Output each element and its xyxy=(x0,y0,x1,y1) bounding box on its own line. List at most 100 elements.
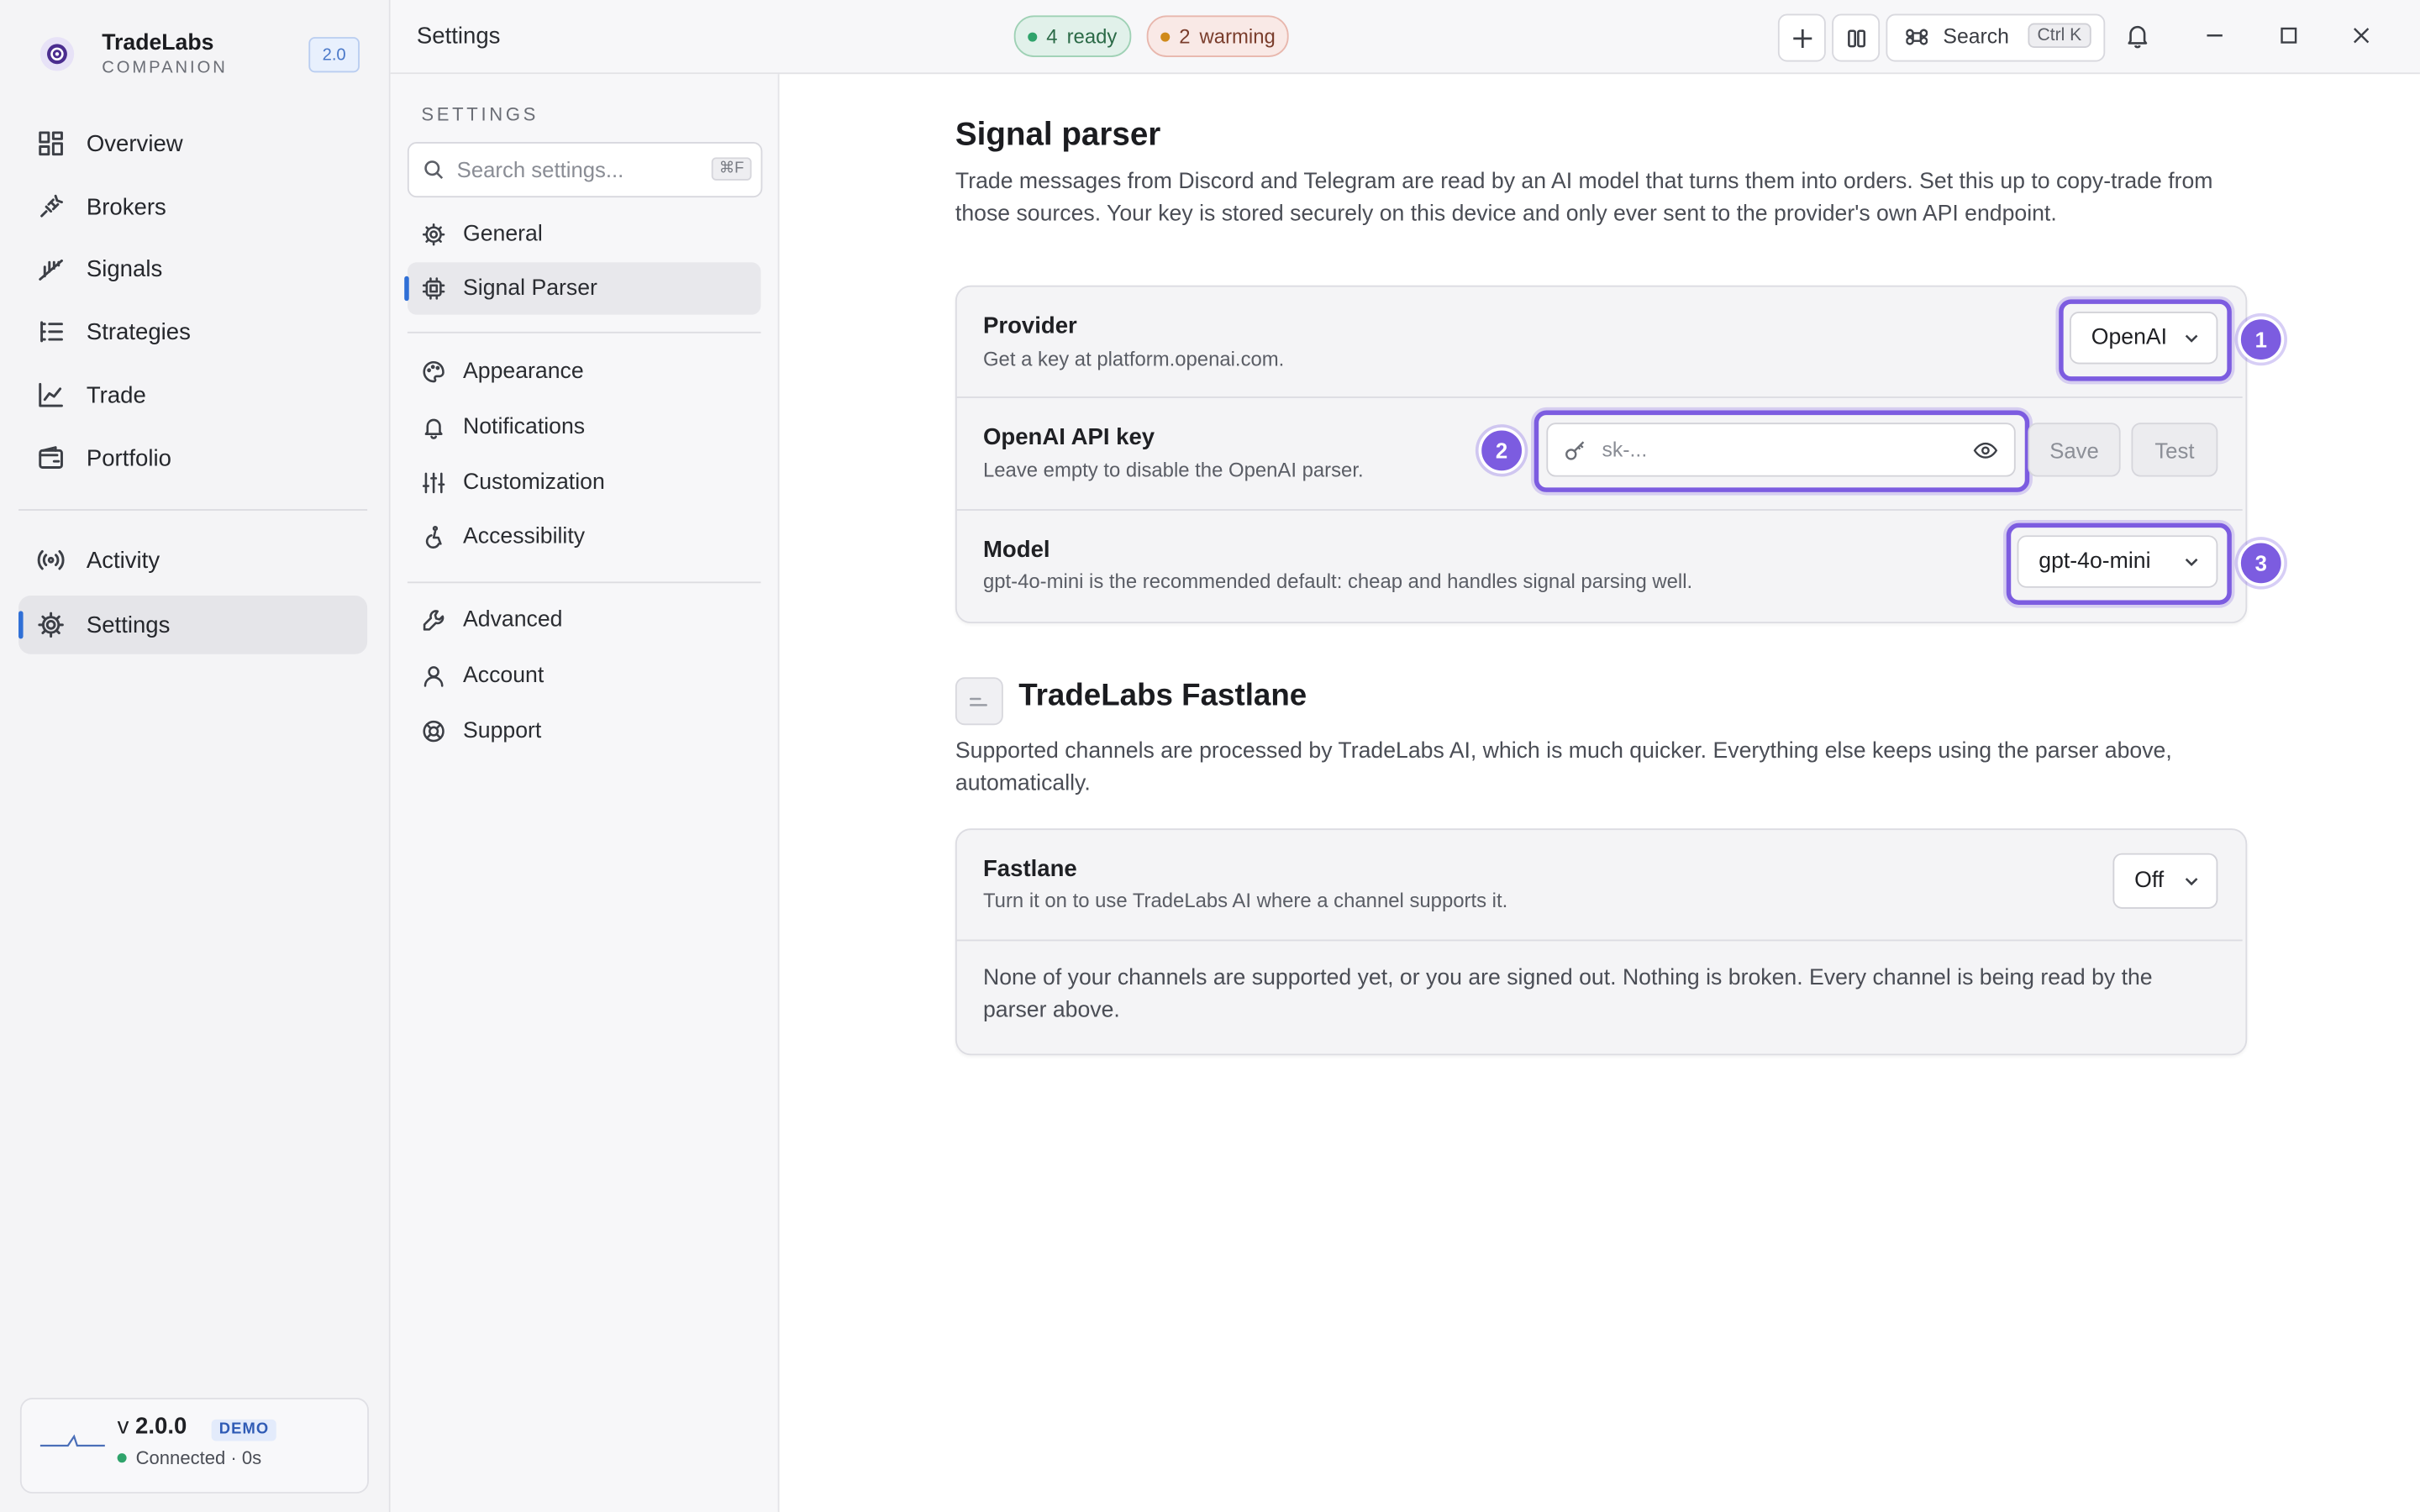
sidebar-item-settings[interactable]: Settings xyxy=(18,595,368,654)
settings-nav-divider xyxy=(407,581,761,584)
broadcast-icon xyxy=(37,549,65,570)
status-dot xyxy=(1028,31,1038,41)
app-version: v 2.0.0 xyxy=(118,1413,187,1439)
callout-badge: 1 xyxy=(2238,316,2285,363)
settings-nav-customization[interactable]: Customization xyxy=(408,457,761,509)
warming-label: warming xyxy=(1199,24,1276,48)
sidebar-item-label: Trade xyxy=(86,381,146,408)
app-subtitle: COMPANION xyxy=(102,58,228,77)
settings-nav-label: Account xyxy=(463,663,544,689)
version-badge: 2.0 xyxy=(308,37,360,73)
sidebar-divider xyxy=(18,509,368,511)
fastlane-row-description: Turn it on to use TradeLabs AI where a c… xyxy=(982,888,1508,912)
signal-parser-title: Signal parser xyxy=(955,117,1161,153)
status-dot xyxy=(1160,31,1171,41)
sidebar-item-label: Brokers xyxy=(86,193,166,220)
chevron-down-icon xyxy=(2185,558,2198,567)
eye-icon[interactable] xyxy=(1972,438,1998,463)
version-prefix: v xyxy=(117,1413,129,1440)
sidebar-item-label: Strategies xyxy=(86,318,191,345)
lifebuoy-icon xyxy=(423,720,445,743)
signal-parser-description: Trade messages from Discord and Telegram… xyxy=(955,170,2213,227)
signal-icon xyxy=(39,259,63,281)
test-button[interactable]: Test xyxy=(2131,423,2218,477)
gear-icon xyxy=(38,612,64,638)
provider-value: OpenAI xyxy=(2091,325,2168,350)
maximize-icon[interactable] xyxy=(2275,22,2302,50)
chevron-down-icon xyxy=(2185,334,2198,343)
model-value: gpt-4o-mini xyxy=(2039,549,2151,575)
warming-status-pill[interactable]: 2 warming xyxy=(1146,15,1290,57)
sidebar-item-trade[interactable]: Trade xyxy=(18,365,367,424)
sidebar-item-portfolio[interactable]: Portfolio xyxy=(18,429,367,488)
sidebar-item-brokers[interactable]: Brokers xyxy=(18,177,367,236)
close-icon[interactable] xyxy=(2348,22,2375,50)
ready-status-pill[interactable]: 4 ready xyxy=(1013,15,1131,57)
sidebar-item-activity[interactable]: Activity xyxy=(18,531,367,590)
line-chart-icon xyxy=(39,382,63,407)
model-title: Model xyxy=(982,537,1050,564)
sidebar-item-label: Settings xyxy=(86,612,171,638)
columns-icon xyxy=(1847,29,1865,47)
status-dot xyxy=(117,1453,127,1463)
plus-icon xyxy=(1792,28,1812,48)
settings-nav-label: Advanced xyxy=(463,607,563,633)
split-view-button[interactable] xyxy=(1832,13,1881,62)
settings-nav-signal-parser[interactable]: Signal Parser xyxy=(404,262,761,315)
sidebar-item-signals[interactable]: Signals xyxy=(18,239,367,298)
gear-icon xyxy=(422,223,445,246)
plug-icon xyxy=(40,194,63,218)
grid-icon xyxy=(39,131,63,156)
bell-icon xyxy=(424,418,443,439)
settings-nav-general[interactable]: General xyxy=(408,208,761,260)
settings-nav-support[interactable]: Support xyxy=(408,705,761,757)
fastlane-icon xyxy=(955,677,1003,726)
api-key-input[interactable]: sk-... xyxy=(1546,423,2016,477)
accessibility-icon xyxy=(425,525,442,549)
search-shortcut: Ctrl K xyxy=(2028,23,2091,48)
list-tree-icon xyxy=(40,321,63,343)
chevron-down-icon xyxy=(2185,878,2198,886)
add-button[interactable] xyxy=(1777,13,1826,62)
palette-icon xyxy=(423,360,445,383)
title-bar xyxy=(390,0,2420,75)
settings-nav-account[interactable]: Account xyxy=(408,649,761,701)
settings-nav-heading: SETTINGS xyxy=(421,103,539,125)
minimize-icon[interactable] xyxy=(2201,22,2228,50)
search-placeholder: Search settings... xyxy=(456,157,624,182)
settings-nav-label: Appearance xyxy=(463,359,584,385)
demo-badge: DEMO xyxy=(211,1419,277,1441)
sidebar-item-overview[interactable]: Overview xyxy=(18,114,367,173)
app-name: TradeLabs xyxy=(102,30,214,56)
sidebar-item-strategies[interactable]: Strategies xyxy=(18,302,367,361)
callout-badge: 2 xyxy=(1478,427,1525,474)
settings-nav-notifications[interactable]: Notifications xyxy=(408,402,761,454)
user-icon xyxy=(424,666,444,687)
callout-badge: 3 xyxy=(2238,539,2285,586)
fastlane-select[interactable]: Off xyxy=(2112,853,2218,909)
command-search-button[interactable]: Search Ctrl K xyxy=(1886,13,2106,62)
fastlane-title: TradeLabs Fastlane xyxy=(1018,679,1307,713)
provider-select[interactable]: OpenAI xyxy=(2070,312,2218,365)
ready-label: ready xyxy=(1066,24,1118,48)
version-number: 2.0.0 xyxy=(135,1413,187,1440)
sparkline-icon xyxy=(39,1434,105,1447)
search-icon xyxy=(424,160,444,180)
sidebar-item-label: Activity xyxy=(86,547,160,574)
settings-nav-advanced[interactable]: Advanced xyxy=(408,594,761,646)
save-button[interactable]: Save xyxy=(2028,423,2121,477)
model-description: gpt-4o-mini is the recommended default: … xyxy=(982,569,1693,593)
settings-nav-label: Accessibility xyxy=(463,524,586,549)
connection-status-card xyxy=(19,1398,369,1494)
settings-nav-accessibility[interactable]: Accessibility xyxy=(408,511,761,563)
connection-label: Connected · 0s xyxy=(135,1446,262,1469)
settings-nav-label: Signal Parser xyxy=(463,276,597,302)
settings-nav-label: Notifications xyxy=(463,415,586,440)
settings-nav-label: Support xyxy=(463,718,542,744)
settings-nav-appearance[interactable]: Appearance xyxy=(408,345,761,397)
model-select[interactable]: gpt-4o-mini xyxy=(2017,535,2218,588)
page-title: Settings xyxy=(416,23,501,50)
settings-search-input[interactable]: Search settings... ⌘F xyxy=(407,141,763,198)
row-divider xyxy=(956,396,2243,398)
bell-icon[interactable] xyxy=(2123,22,2151,50)
